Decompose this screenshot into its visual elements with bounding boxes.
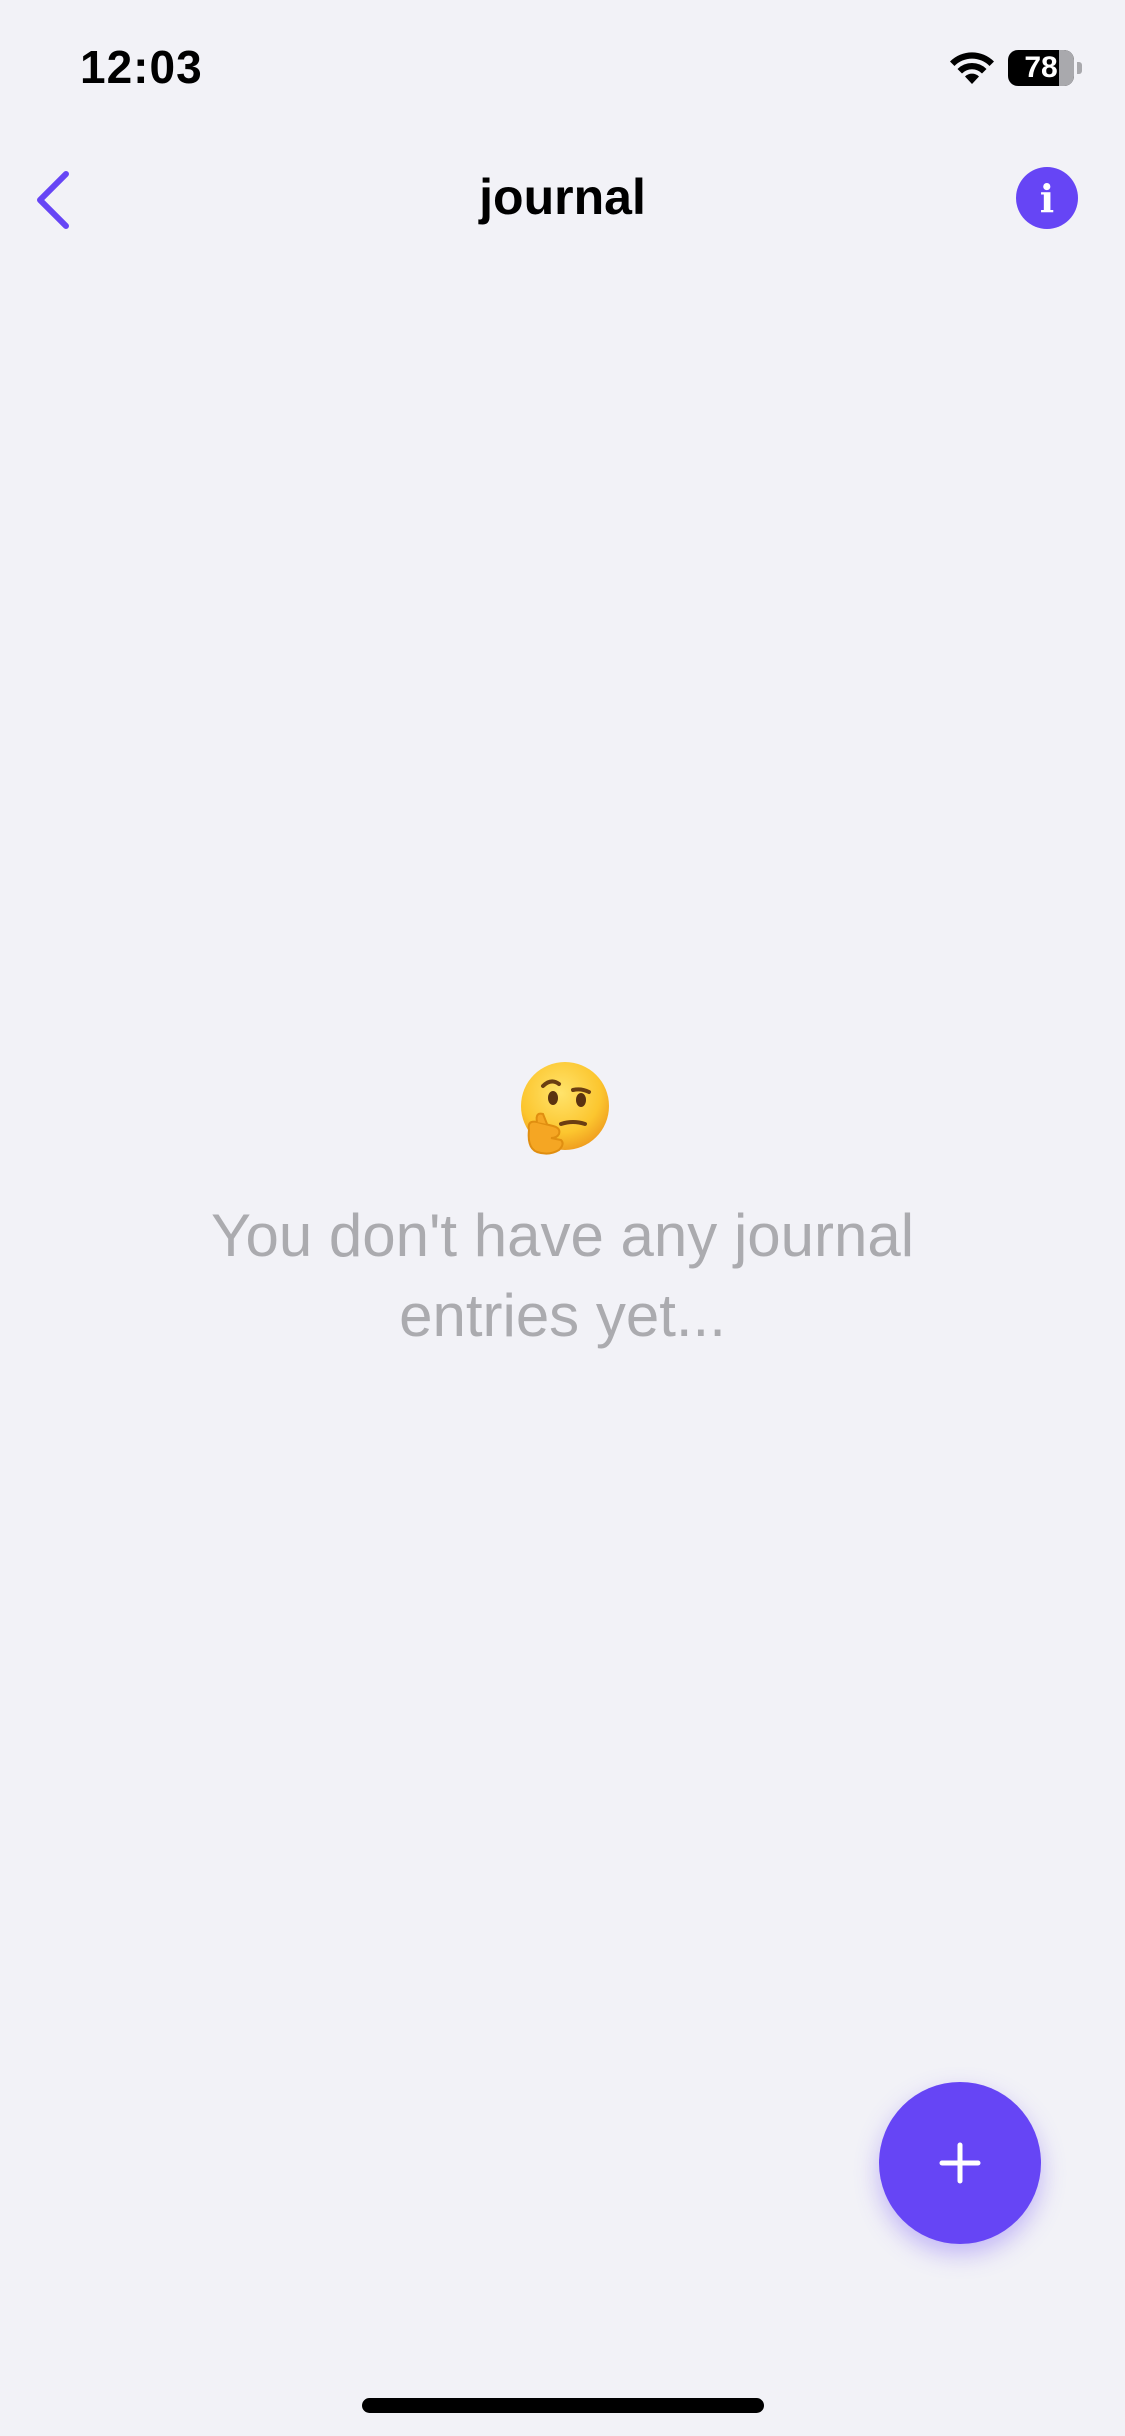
battery-cap (1077, 62, 1082, 74)
journal-screen: 12:03 78 journal i You don't have any jo… (0, 0, 1125, 2436)
home-indicator[interactable] (362, 2398, 764, 2413)
status-bar: 12:03 78 (0, 0, 1125, 140)
empty-state: You don't have any journal entries yet..… (0, 1060, 1125, 1356)
battery-level: 78 (1024, 51, 1058, 84)
thinking-face-icon (520, 1062, 609, 1155)
add-entry-button[interactable] (879, 2082, 1041, 2244)
status-time: 12:03 (80, 41, 203, 93)
empty-message: You don't have any journal entries yet..… (210, 1202, 915, 1349)
wifi-icon (950, 52, 994, 84)
info-button[interactable]: i (1016, 167, 1078, 229)
battery-icon: 78 (1008, 50, 1082, 86)
nav-bar: journal i (0, 150, 1125, 250)
info-icon: i (1039, 175, 1055, 221)
plus-icon (939, 2142, 981, 2184)
page-title: journal (479, 169, 646, 225)
